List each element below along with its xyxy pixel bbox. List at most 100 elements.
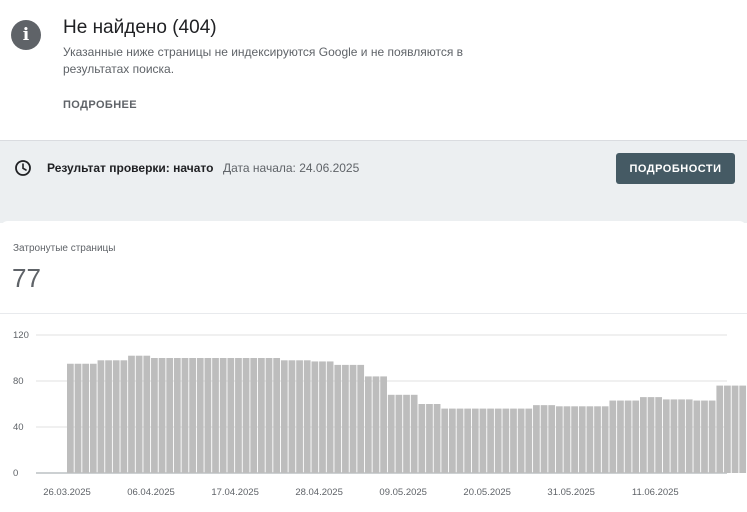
chart-bar[interactable] <box>678 399 685 473</box>
chart-bar[interactable] <box>594 406 601 473</box>
learn-more-link[interactable]: ПОДРОБНЕЕ <box>63 99 137 111</box>
chart-bar[interactable] <box>426 404 433 473</box>
chart-bar[interactable] <box>280 360 288 473</box>
chart-bar[interactable] <box>158 358 166 473</box>
chart-bar[interactable] <box>242 358 250 473</box>
chart-bar[interactable] <box>326 361 334 473</box>
x-tick-label: 20.05.2025 <box>463 487 511 498</box>
chart-bar[interactable] <box>227 358 235 473</box>
chart-bar[interactable] <box>494 408 502 473</box>
chart-bar[interactable] <box>311 361 319 473</box>
chart-bar[interactable] <box>387 394 395 473</box>
chart-bar[interactable] <box>586 406 594 473</box>
chart-bar[interactable] <box>578 406 586 473</box>
chart-bar[interactable] <box>403 394 410 473</box>
chart-bar[interactable] <box>571 406 578 473</box>
chart-bar[interactable] <box>296 360 303 473</box>
chart-bar[interactable] <box>617 400 624 473</box>
chart-bar[interactable] <box>670 399 678 473</box>
chart-bar[interactable] <box>173 358 181 473</box>
chart-bar[interactable] <box>357 364 365 473</box>
card-divider <box>0 313 747 314</box>
chart-bar[interactable] <box>647 397 655 473</box>
chart-bar[interactable] <box>487 408 494 473</box>
affected-pages-label: Затронутые страницы <box>13 243 116 254</box>
chart-bar[interactable] <box>632 400 640 473</box>
chart-bar[interactable] <box>120 360 128 473</box>
chart-bar[interactable] <box>349 364 357 473</box>
chart-bar[interactable] <box>204 358 212 473</box>
chart-bar[interactable] <box>731 385 739 473</box>
chart-bar[interactable] <box>464 408 472 473</box>
chart-bar[interactable] <box>273 358 281 473</box>
chart-bar[interactable] <box>303 360 311 473</box>
chart-bar[interactable] <box>219 358 227 473</box>
chart-bar[interactable] <box>112 360 120 473</box>
chart-bar[interactable] <box>196 358 204 473</box>
chart-bar[interactable] <box>181 358 189 473</box>
chart-bar[interactable] <box>97 360 105 473</box>
chart-bar[interactable] <box>609 400 617 473</box>
chart-bar[interactable] <box>105 360 112 473</box>
chart-bar[interactable] <box>662 399 670 473</box>
chart-bar[interactable] <box>380 376 387 473</box>
chart-bar[interactable] <box>334 364 342 473</box>
chart-bar[interactable] <box>250 358 258 473</box>
chart-bar[interactable] <box>724 385 731 473</box>
chart-bar[interactable] <box>548 405 556 473</box>
chart-bar[interactable] <box>143 355 151 473</box>
chart-bar[interactable] <box>288 360 296 473</box>
chart-bar[interactable] <box>135 355 143 473</box>
details-button[interactable]: ПОДРОБНОСТИ <box>616 153 735 184</box>
chart-bar[interactable] <box>701 400 708 473</box>
chart-bar[interactable] <box>525 408 533 473</box>
chart-bar[interactable] <box>533 405 540 473</box>
chart-bar[interactable] <box>502 408 510 473</box>
chart-bar[interactable] <box>342 364 349 473</box>
chart-bar[interactable] <box>708 400 716 473</box>
chart-bar[interactable] <box>693 400 701 473</box>
chart-bar[interactable] <box>479 408 487 473</box>
chart-bar[interactable] <box>151 358 158 473</box>
chart-bar[interactable] <box>235 358 242 473</box>
chart-bar[interactable] <box>395 394 403 473</box>
chart-bar[interactable] <box>640 397 647 473</box>
chart-bar[interactable] <box>517 408 525 473</box>
chart-bar[interactable] <box>319 361 326 473</box>
chart-bar[interactable] <box>265 358 273 473</box>
chart-bar[interactable] <box>89 363 97 473</box>
chart-bar[interactable] <box>212 358 219 473</box>
issue-description: Указанные ниже страницы не индексируются… <box>63 45 464 76</box>
chart-bar[interactable] <box>555 406 563 473</box>
chart-bar[interactable] <box>364 376 372 473</box>
chart-bar[interactable] <box>510 408 517 473</box>
chart-bar[interactable] <box>74 363 82 473</box>
chart-bar[interactable] <box>624 400 632 473</box>
chart-bar[interactable] <box>418 404 426 473</box>
chart-bar[interactable] <box>258 358 265 473</box>
chart-bar[interactable] <box>82 363 90 473</box>
chart-bar[interactable] <box>540 405 548 473</box>
chart-bar[interactable] <box>372 376 380 473</box>
chart-bar[interactable] <box>685 399 693 473</box>
chart-bar[interactable] <box>128 355 135 473</box>
x-tick-label: 09.05.2025 <box>379 487 427 498</box>
chart-bar[interactable] <box>563 406 571 473</box>
chart-bar[interactable] <box>456 408 464 473</box>
affected-pages-count: 77 <box>12 263 41 293</box>
chart-bar[interactable] <box>655 397 663 473</box>
chart-bar[interactable] <box>189 358 196 473</box>
chart-bar[interactable] <box>716 385 724 473</box>
chart-bar[interactable] <box>441 408 449 473</box>
chart-bar[interactable] <box>166 358 174 473</box>
chart-bar[interactable] <box>471 408 479 473</box>
validation-band: Результат проверки: начато Дата начала: … <box>0 141 747 223</box>
chart-bar[interactable] <box>449 408 456 473</box>
x-tick-label: 17.04.2025 <box>211 487 259 498</box>
x-tick-label: 06.04.2025 <box>127 487 175 498</box>
chart-bar[interactable] <box>433 404 441 473</box>
chart-bar[interactable] <box>601 406 609 473</box>
chart-bar[interactable] <box>67 363 74 473</box>
chart-bar[interactable] <box>410 394 418 473</box>
chart-bar[interactable] <box>739 385 747 473</box>
